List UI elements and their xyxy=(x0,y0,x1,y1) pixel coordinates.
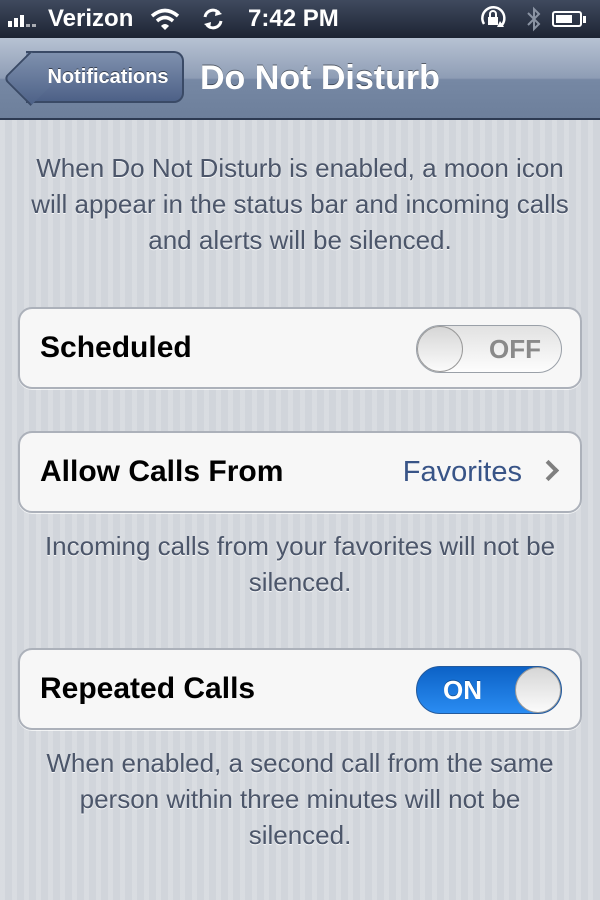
allow-calls-from-row[interactable]: Allow Calls From Favorites xyxy=(18,431,582,513)
status-bar: Verizon 7:42 PM xyxy=(0,0,600,38)
allow-calls-footer: Incoming calls from your favorites will … xyxy=(44,531,556,597)
scheduled-toggle-text: OFF xyxy=(489,333,541,364)
navigation-bar: Notifications Do Not Disturb xyxy=(0,38,600,120)
repeated-calls-toggle[interactable]: ON xyxy=(416,666,562,714)
clock-time: 7:42 PM xyxy=(248,5,339,32)
signal-icon xyxy=(8,0,42,38)
battery-icon xyxy=(552,0,586,38)
repeated-calls-footer: When enabled, a second call from the sam… xyxy=(46,748,554,850)
allow-calls-from-value: Favorites xyxy=(402,455,522,488)
repeated-calls-toggle-text: ON xyxy=(443,674,482,705)
back-button-label: Notifications xyxy=(47,65,169,88)
chevron-right-icon xyxy=(537,459,560,482)
toggle-knob xyxy=(417,326,463,372)
carrier-name: Verizon xyxy=(48,5,134,32)
scheduled-label: Scheduled xyxy=(40,331,192,364)
back-button[interactable]: Notifications xyxy=(2,50,184,107)
rotation-lock-icon xyxy=(478,0,508,38)
scheduled-toggle[interactable]: OFF xyxy=(416,325,562,373)
repeated-calls-row: Repeated Calls ON xyxy=(18,648,582,730)
header-description: When Do Not Disturb is enabled, a moon i… xyxy=(31,153,569,255)
bluetooth-icon xyxy=(526,0,542,38)
sync-icon xyxy=(200,0,226,38)
repeated-calls-label: Repeated Calls xyxy=(40,672,256,705)
scheduled-row: Scheduled OFF xyxy=(18,307,582,389)
page-title: Do Not Disturb xyxy=(200,58,440,97)
toggle-knob xyxy=(515,667,561,713)
allow-calls-from-label: Allow Calls From xyxy=(40,455,284,488)
wifi-icon xyxy=(150,0,180,38)
